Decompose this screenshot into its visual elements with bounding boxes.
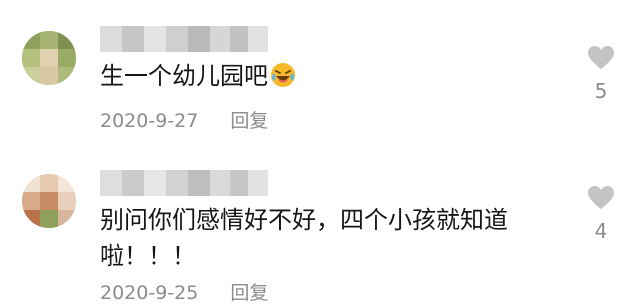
username-blurred[interactable]	[100, 26, 268, 52]
like-count: 5	[594, 79, 608, 103]
comment-text-line: 生一个幼儿园吧	[100, 62, 268, 90]
reply-button[interactable]: 回复	[230, 110, 268, 132]
comment-text: 别问你们感情好不好，四个小孩就知道 啦！！！	[100, 202, 508, 274]
comment-text-line: 啦！！！	[100, 242, 196, 270]
comment-date: 2020-9-27	[100, 110, 199, 132]
avatar[interactable]	[22, 31, 76, 85]
comment-text-line: 别问你们感情好不好，四个小孩就知道	[100, 206, 508, 234]
like-button[interactable]: 5	[583, 44, 619, 103]
heart-icon	[588, 46, 614, 69]
like-count: 4	[594, 219, 608, 243]
comment-item: 别问你们感情好不好，四个小孩就知道 啦！！！ 2020-9-25 回复 4	[0, 150, 640, 304]
comment-meta: 2020-9-27 回复	[100, 106, 268, 133]
laughing-crying-face-icon	[271, 63, 295, 87]
like-button[interactable]: 4	[583, 184, 619, 243]
heart-icon	[588, 186, 614, 209]
avatar[interactable]	[22, 174, 76, 228]
comment-item: 生一个幼儿园吧 2020-9-27 回复 5	[0, 0, 640, 150]
username-blurred[interactable]	[100, 170, 268, 196]
comment-text: 生一个幼儿园吧	[100, 58, 296, 94]
